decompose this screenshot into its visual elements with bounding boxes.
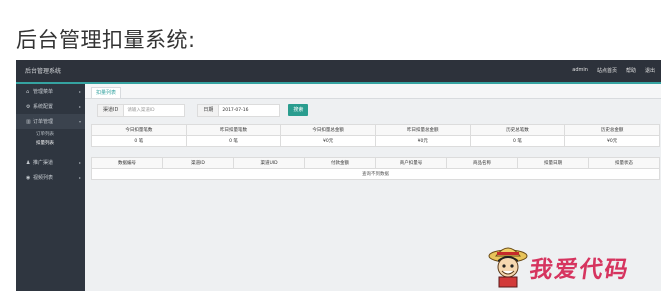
sidebar-item-label: 管理菜单 [33,89,54,95]
stats-header: 昨日扣量总金额 [374,124,471,136]
stats-table: 今日扣量笔数 昨日扣量笔数 今日扣量总金额 昨日扣量总金额 历史总笔数 历史总金… [91,124,660,147]
stats-header: 历史总金额 [564,124,660,136]
orders-header[interactable]: 商户扣量号 [375,157,447,169]
stats-header: 历史总笔数 [469,124,566,136]
brand-title: 后台管理系统 [25,68,62,75]
user-link[interactable]: admin [572,67,588,74]
video-icon: ◉ [26,174,31,181]
orders-header[interactable]: 数据编号 [91,157,163,169]
orders-table: 数据编号 渠道ID 渠道UID 付款金额 商户扣量号 商品名称 扣量日期 扣量状… [91,157,660,180]
chevron-right-icon: ▸ [78,104,81,109]
sidebar-item-orders[interactable]: ▥ 订单管理 ▾ [16,114,85,129]
orders-header[interactable]: 扣量日期 [517,157,589,169]
stats-value: ¥0元 [280,135,376,147]
sidebar-item-config[interactable]: ⚙ 系统配置 ▸ [16,99,85,114]
sidebar: ⌂ 管理菜单 ▸ ⚙ 系统配置 ▸ ▥ 订单管理 ▾ 订单列表 扣量列表 ♟ 推… [16,84,85,291]
sidebar-sub-deduct-list[interactable]: 扣量列表 [16,138,85,147]
site-home-link[interactable]: 站点首页 [597,67,617,74]
date-input[interactable]: 2017-07-16 [219,103,281,117]
filter-bar: 渠道ID 请输入渠道ID 日期 2017-07-16 搜索 [97,103,309,117]
channel-id-input[interactable]: 请输入渠道ID [124,103,186,117]
user-icon: ♟ [26,159,31,166]
tab-deduct-list[interactable]: 扣量列表 [91,87,122,98]
sidebar-item-channels[interactable]: ♟ 推广渠道 ▸ [16,155,85,170]
gear-icon: ⚙ [26,103,31,110]
orders-header[interactable]: 渠道UID [233,157,305,169]
orders-header[interactable]: 渠道ID [162,157,234,169]
chevron-down-icon: ▾ [78,119,81,124]
sidebar-item-label: 视频列表 [33,175,54,181]
stats-header: 今日扣量笔数 [91,124,187,136]
sidebar-item-label: 推广渠道 [33,160,54,166]
watermark: 我爱代码 [486,240,666,290]
help-link[interactable]: 帮助 [626,67,636,74]
chart-icon: ▥ [26,118,31,125]
orders-header[interactable]: 付款金额 [304,157,376,169]
chevron-right-icon: ▸ [78,160,81,165]
tab-bar: 扣量列表 [85,84,661,99]
sidebar-sub-order-list[interactable]: 订单列表 [16,129,85,138]
sidebar-item-menu[interactable]: ⌂ 管理菜单 ▸ [16,84,85,99]
stats-value: ¥0元 [374,135,471,147]
stats-header: 今日扣量总金额 [280,124,376,136]
mascot-icon [488,247,528,288]
home-icon: ⌂ [26,88,30,95]
chevron-right-icon: ▸ [78,89,81,94]
empty-message: 查询不到数据 [91,168,660,180]
top-bar: 后台管理系统 admin 站点首页 帮助 退出 [16,60,661,84]
channel-id-label: 渠道ID [97,103,125,117]
watermark-text: 我爱代码 [527,256,632,283]
stats-value: 0 笔 [91,135,187,147]
page-heading: 后台管理扣量系统: [16,28,196,52]
logout-link[interactable]: 退出 [645,67,655,74]
chevron-right-icon: ▸ [78,175,81,180]
orders-header[interactable]: 扣量状态 [588,157,660,169]
date-label: 日期 [197,103,220,117]
stats-value: 0 笔 [469,135,566,147]
sidebar-item-label: 订单管理 [33,119,54,125]
top-nav: admin 站点首页 帮助 退出 [572,67,655,74]
stats-value: ¥0元 [564,135,660,147]
orders-header[interactable]: 商品名称 [446,157,518,169]
search-button[interactable]: 搜索 [288,104,309,116]
sidebar-item-videos[interactable]: ◉ 视频列表 ▸ [16,170,85,185]
stats-header: 昨日扣量笔数 [185,124,282,136]
sidebar-item-label: 系统配置 [33,104,54,110]
stats-value: 0 笔 [185,135,282,147]
